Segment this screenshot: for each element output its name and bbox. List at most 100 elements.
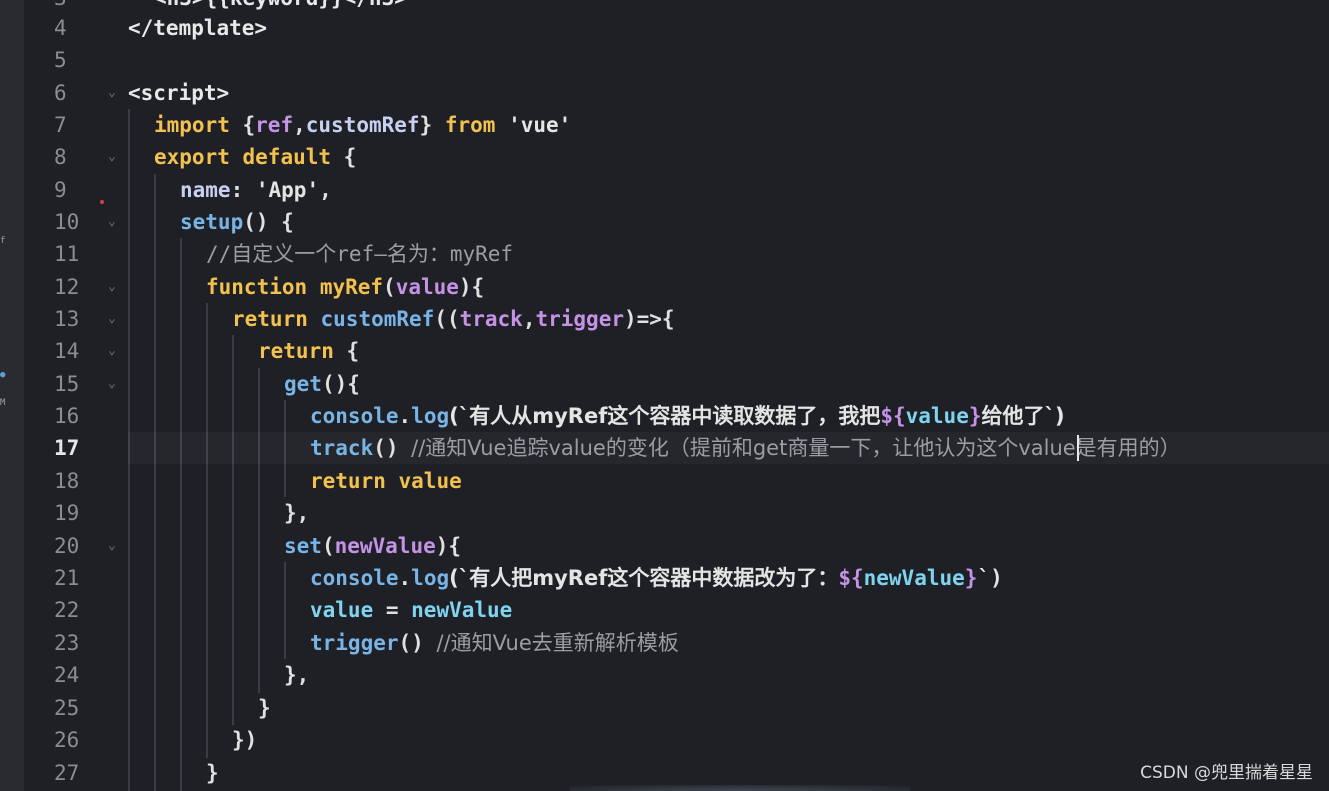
watermark: CSDN @兜里揣着星星 (1140, 763, 1313, 783)
punctuation-token: () (398, 631, 437, 655)
punctuation-token: , (319, 178, 332, 202)
punctuation-token: { (229, 113, 256, 137)
keyword-token: return (310, 469, 386, 493)
fold-chevron-icon[interactable]: ⌄ (108, 530, 122, 562)
activity-mark-f: f (0, 236, 6, 246)
tag-token: </template> (128, 16, 268, 40)
identifier-token: customRef (305, 113, 420, 137)
code-editor[interactable]: f ● M 3 4 5 6 7 8 9 10 11 12 13 14 15 16… (0, 0, 1329, 791)
code-line-6: <script> (128, 77, 1329, 109)
breakpoint-marker-icon[interactable] (100, 200, 104, 204)
punctuation-token: { (333, 339, 360, 363)
template-string-token: (`有人把myRef这个容器中数据改为了： (449, 566, 839, 590)
tag-token: <h3>{{keyword}}</h3> (154, 0, 407, 10)
template-string-token: (`有人从myRef这个容器中读取数据了，我把 (449, 404, 881, 428)
param-token: track (459, 307, 523, 331)
function-token: log (411, 404, 450, 428)
punctuation-token: (){ (321, 372, 360, 396)
punctuation-token: , (293, 113, 306, 137)
code-line-22: value = newValue (128, 594, 1329, 626)
function-token: log (411, 566, 450, 590)
punctuation-token: }) (232, 728, 258, 752)
tag-token: <script> (128, 81, 230, 105)
line-number: 25 (54, 696, 80, 720)
punctuation-token: ){ (458, 275, 485, 299)
activity-mark-m: M (0, 398, 6, 408)
function-token: track (310, 436, 374, 460)
fold-chevron-icon[interactable]: ⌄ (108, 335, 122, 367)
fold-chevron-icon[interactable]: ⌄ (108, 141, 122, 173)
fold-chevron-icon[interactable]: ⌄ (108, 206, 122, 238)
keyword-token: return (232, 307, 308, 331)
code-line-9: name: 'App', (128, 174, 1329, 206)
keyword-token: return (258, 339, 334, 363)
punctuation-token: } (206, 761, 219, 785)
punctuation-token: () { (243, 210, 294, 234)
variable-token: value (310, 598, 374, 622)
code-line-12: function myRef(value){ (128, 271, 1329, 303)
line-number: 9 (54, 178, 67, 202)
interpolation-token: } (968, 404, 982, 428)
variable-token: value (905, 404, 969, 428)
param-token: trigger (535, 307, 624, 331)
punctuation-token: ){ (435, 534, 462, 558)
fold-chevron-icon[interactable]: ⌄ (108, 271, 122, 303)
comment-token: //通知Vue追踪value的变化（提前和get商量一下，让他认为这个value… (411, 436, 1181, 460)
fold-chevron-icon[interactable]: ⌄ (108, 303, 122, 335)
function-token: myRef (319, 275, 384, 299)
punctuation-token: ( (321, 534, 335, 558)
line-number: 18 (54, 469, 80, 493)
string-token: 'App' (255, 178, 320, 202)
function-token: customRef (320, 307, 435, 331)
line-number: 7 (54, 113, 67, 137)
line-number: 22 (54, 598, 80, 622)
line-number: 19 (54, 501, 80, 525)
code-line-14: return { (128, 335, 1329, 367)
interpolation-token: ${ (838, 566, 864, 590)
template-string-token: `) (977, 566, 1003, 590)
punctuation-token: } (258, 696, 271, 720)
code-line-15: get(){ (128, 368, 1329, 400)
punctuation-token (308, 307, 321, 331)
punctuation-token: . (398, 566, 412, 590)
punctuation-token: }, (284, 663, 310, 687)
punctuation-token: (( (434, 307, 460, 331)
property-token: name (180, 178, 231, 202)
punctuation-token: , (522, 307, 536, 331)
keyword-token: from (444, 113, 496, 137)
fold-chevron-icon[interactable]: ⌄ (108, 77, 122, 109)
line-number-gutter: 3 4 5 6 7 8 9 10 11 12 13 14 15 16 17 18… (24, 0, 124, 791)
template-string-token: 给他了`) (981, 404, 1065, 428)
line-number: 24 (54, 663, 80, 687)
code-line-7: import {ref,customRef} from 'vue' (128, 109, 1329, 141)
interpolation-token: ${ (880, 404, 906, 428)
string-token: 'vue' (508, 113, 572, 137)
code-line-13: return customRef((track,trigger)=>{ (128, 303, 1329, 335)
code-line-8: export default { (128, 141, 1329, 173)
punctuation-token: () (373, 436, 412, 460)
line-number: 23 (54, 631, 80, 655)
interpolation-token: } (964, 566, 978, 590)
keyword-token: export (154, 145, 230, 169)
line-number: 21 (54, 566, 80, 590)
punctuation-token: } (419, 113, 445, 137)
line-number: 27 (54, 761, 80, 785)
code-line-20: set(newValue){ (128, 530, 1329, 562)
code-line-16: console.log(`有人从myRef这个容器中读取数据了，我把${valu… (128, 400, 1329, 432)
code-line-26: }) (128, 724, 1329, 756)
function-token: setup (180, 210, 244, 234)
activity-bar: f ● M (0, 0, 24, 791)
keyword-token: default (242, 145, 332, 169)
code-line-25: } (128, 692, 1329, 724)
line-number: 11 (54, 242, 80, 266)
comment-token: //通知Vue去重新解析模板 (436, 631, 679, 655)
identifier-token: console (310, 404, 399, 428)
function-token: get (284, 372, 322, 396)
fold-chevron-icon[interactable]: ⌄ (108, 368, 122, 400)
code-line-24: }, (128, 659, 1329, 691)
punctuation-token (386, 469, 399, 493)
punctuation-token: ( (383, 275, 396, 299)
line-number: 16 (54, 404, 80, 428)
code-line-18: return value (128, 465, 1329, 497)
identifier-token: ref (255, 113, 294, 137)
